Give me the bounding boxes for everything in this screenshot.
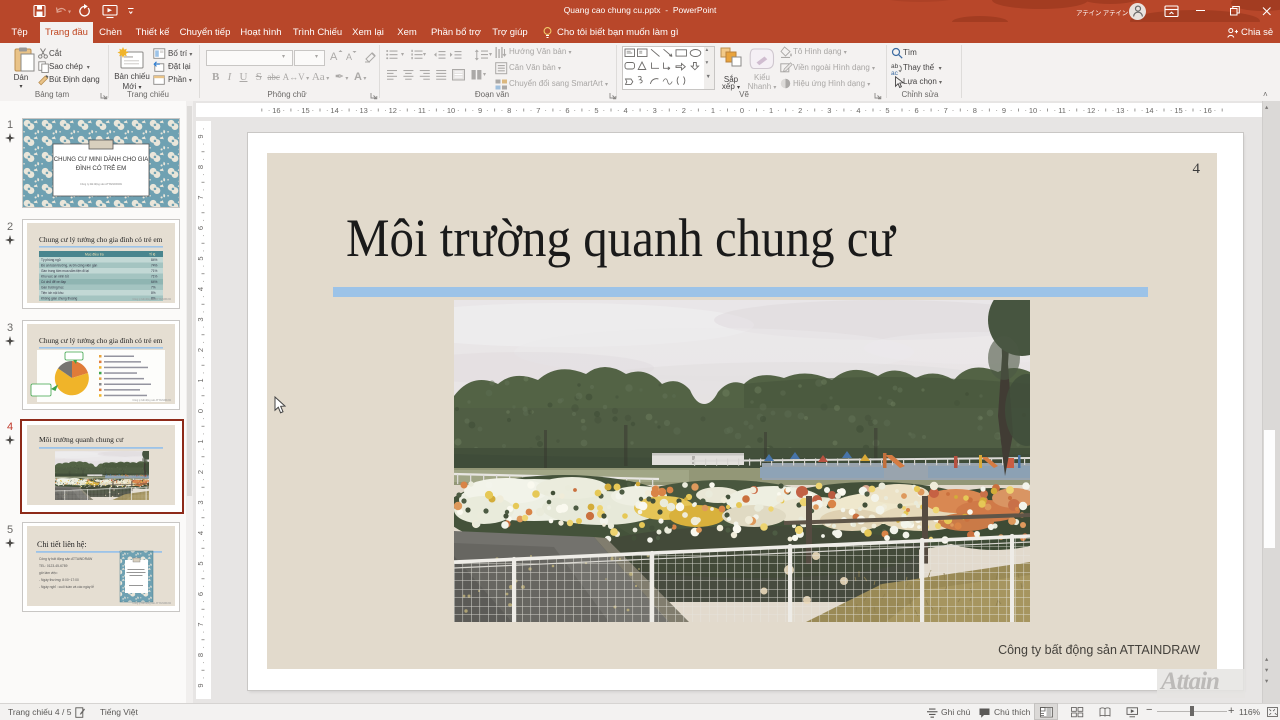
svg-text:6: 6 (565, 106, 569, 115)
svg-text:12: 12 (1087, 106, 1095, 115)
svg-text:- Ngày thường: 8:00~17:00: - Ngày thường: 8:00~17:00 (39, 578, 79, 582)
svg-text:4: 4 (624, 106, 628, 115)
svg-text:11: 11 (418, 106, 426, 115)
svg-text:2: 2 (196, 470, 205, 474)
svg-text:74%: 74% (151, 264, 158, 268)
svg-text:Công ty bất động sản ATTAINDRA: Công ty bất động sản ATTAINDRAW (132, 399, 171, 402)
svg-text:Chung cư lý tưởng cho gia đình: Chung cư lý tưởng cho gia đình có trẻ em (39, 235, 163, 244)
svg-text:1: 1 (769, 106, 773, 115)
svg-text:Công ty bất động sản ATTAINDRA: Công ty bất động sản ATTAINDRAW (80, 182, 122, 186)
svg-text:A: A (330, 51, 338, 63)
svg-text:ĐÌNH CÓ TRẺ EM: ĐÌNH CÓ TRẺ EM (76, 165, 126, 172)
svg-text:Chi tiết liên hệ:: Chi tiết liên hệ: (37, 540, 87, 549)
svg-text:A: A (346, 52, 352, 62)
svg-text:15: 15 (1174, 106, 1182, 115)
svg-text:CHUNG CƯ MINI DÀNH CHO GIA: CHUNG CƯ MINI DÀNH CHO GIA (54, 156, 150, 163)
svg-text:10: 10 (1029, 106, 1037, 115)
svg-text:8%: 8% (151, 291, 156, 295)
svg-text:0: 0 (196, 409, 205, 413)
svg-text:Gần trường học: Gần trường học (41, 286, 64, 290)
svg-text:7%: 7% (151, 286, 156, 290)
svg-text:8: 8 (196, 165, 205, 169)
svg-text:2: 2 (682, 106, 686, 115)
svg-text:Gần trung tâm mua sắm tiện đi: Gần trung tâm mua sắm tiện đi lại (41, 268, 89, 273)
svg-text:9: 9 (196, 134, 205, 138)
svg-text:8: 8 (196, 653, 205, 657)
svg-text:3: 3 (827, 106, 831, 115)
svg-text:7: 7 (536, 106, 540, 115)
svg-text:8: 8 (973, 106, 977, 115)
svg-text:Khu vực an ninh tốt: Khu vực an ninh tốt (41, 275, 69, 279)
svg-text:Tỉ lệ: Tỉ lệ (149, 253, 156, 257)
svg-text:Đồ an toàn trường, vườn công v: Đồ an toàn trường, vườn công viên gần (41, 264, 98, 268)
svg-text:Tỷ phòng ngủ: Tỷ phòng ngủ (41, 258, 61, 262)
svg-text:ab: ab (891, 63, 899, 70)
svg-text:Mục điều tra: Mục điều tra (85, 253, 104, 257)
svg-text:5: 5 (196, 256, 205, 260)
svg-text:7: 7 (196, 195, 205, 199)
svg-text:11: 11 (1058, 106, 1066, 115)
svg-text:84%: 84% (151, 258, 158, 262)
svg-text:Có chỗ để xe đạp: Có chỗ để xe đạp (41, 279, 66, 284)
svg-text:71%: 71% (151, 269, 158, 273)
svg-text:5: 5 (594, 106, 598, 115)
svg-text:13: 13 (360, 106, 368, 115)
svg-text:6: 6 (196, 226, 205, 230)
svg-text:4: 4 (196, 287, 205, 291)
svg-text:Tiện ích nội khu: Tiện ích nội khu (41, 291, 64, 295)
svg-text:ac: ac (891, 70, 899, 75)
svg-text:9: 9 (196, 683, 205, 687)
svg-text:7: 7 (944, 106, 948, 115)
svg-text:12: 12 (389, 106, 397, 115)
svg-text:3: 3 (653, 106, 657, 115)
svg-text:16: 16 (1203, 106, 1211, 115)
svg-text:Công ty bất động sản ATTAINDRA: Công ty bất động sản ATTAINDRAW (132, 602, 171, 605)
svg-text:6: 6 (915, 106, 919, 115)
svg-text:71%: 71% (151, 275, 158, 279)
svg-text:TEL: 0123-45-6789: TEL: 0123-45-6789 (39, 564, 68, 568)
svg-text:6: 6 (196, 592, 205, 596)
svg-text:15: 15 (301, 106, 309, 115)
svg-text:5: 5 (196, 561, 205, 565)
svg-text:13: 13 (1116, 106, 1124, 115)
svg-text:4: 4 (196, 531, 205, 535)
svg-text:64%: 64% (151, 280, 158, 284)
svg-text:1: 1 (196, 439, 205, 443)
svg-text:14: 14 (1145, 106, 1153, 115)
svg-text:Công ty bất động sản ATTAINDRA: Công ty bất động sản ATTAINDRAW (132, 298, 171, 301)
svg-text:Công ty bất động sản ATTAINDRA: Công ty bất động sản ATTAINDRAW (39, 557, 93, 561)
svg-text:- Ngày nghỉ : cuối tuần và các: - Ngày nghỉ : cuối tuần và các ngày lễ (39, 584, 94, 589)
svg-text:9: 9 (1002, 106, 1006, 115)
svg-text:10: 10 (447, 106, 455, 115)
svg-text:7: 7 (196, 622, 205, 626)
svg-text:Chung cư lý tưởng cho gia đình: Chung cư lý tưởng cho gia đình có trẻ em (39, 336, 163, 345)
svg-text:2: 2 (798, 106, 802, 115)
svg-text:3: 3 (196, 317, 205, 321)
svg-text:16: 16 (272, 106, 280, 115)
svg-text:3: 3 (196, 500, 205, 504)
svg-text:4: 4 (856, 106, 860, 115)
svg-text:2: 2 (196, 348, 205, 352)
svg-text:0: 0 (740, 106, 744, 115)
svg-text:9: 9 (478, 106, 482, 115)
svg-text:giờ làm việc:: giờ làm việc: (39, 571, 58, 575)
svg-text:Không gian chung thoáng: Không gian chung thoáng (41, 297, 78, 301)
svg-text:1: 1 (196, 378, 205, 382)
svg-text:14: 14 (330, 106, 338, 115)
svg-text:1: 1 (711, 106, 715, 115)
svg-text:8: 8 (507, 106, 511, 115)
svg-text:5: 5 (885, 106, 889, 115)
svg-text:Môi trường quanh chung cư: Môi trường quanh chung cư (39, 435, 124, 444)
